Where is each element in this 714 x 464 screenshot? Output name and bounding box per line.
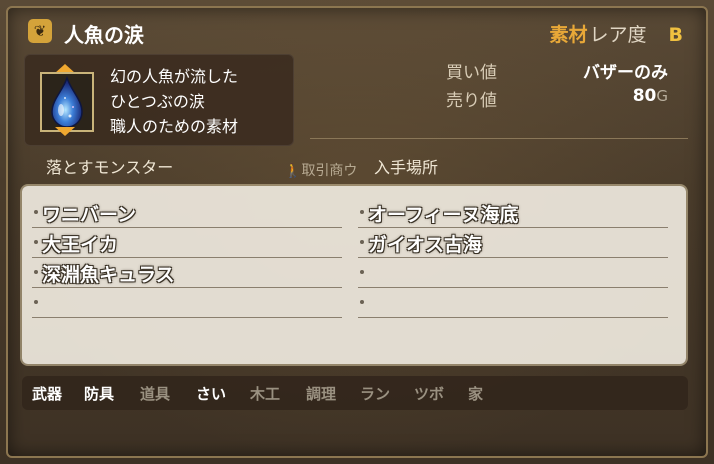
- sell-price-label: 売り値: [446, 91, 497, 111]
- place-name: オーフィーヌ海底: [368, 204, 519, 226]
- sell-price-amount: 80: [632, 86, 657, 106]
- trader-header: 🚶取引商ウ: [284, 163, 358, 179]
- bullet-icon: [34, 210, 38, 214]
- category-sewing[interactable]: さい: [196, 383, 226, 404]
- item-detail-window: ❦ 人魚の涙 素材 レア度 B 幻の人魚が流した ひとつぶの涙 職人のための素材…: [0, 0, 714, 464]
- place-list: オーフィーヌ海底 ガイオス古海: [358, 198, 668, 318]
- category-armor[interactable]: 防具: [84, 383, 114, 404]
- price-info: 買い値 バザーのみ 売り値 80G: [446, 58, 678, 114]
- sell-price-value: 80G: [633, 86, 668, 106]
- place-name: ガイオス古海: [368, 234, 483, 256]
- category-house[interactable]: 家: [468, 383, 483, 404]
- material-category-icon: ❦: [28, 19, 52, 43]
- sources-panel: ワニバーン 大王イカ 深淵魚キュラス オーフィーヌ海底 ガイオス古海: [22, 186, 686, 364]
- category-pot[interactable]: ツボ: [414, 383, 444, 404]
- list-item[interactable]: オーフィーヌ海底: [358, 198, 668, 228]
- buy-price-value: バザーのみ: [583, 63, 668, 83]
- description-line: 幻の人魚が流した: [110, 67, 239, 86]
- bullet-icon: [34, 270, 38, 274]
- item-icon-selector[interactable]: [36, 64, 94, 136]
- acquisition-places-header: 入手場所: [374, 158, 439, 177]
- list-item[interactable]: ガイオス古海: [358, 228, 668, 258]
- buy-price-row: 買い値 バザーのみ: [446, 58, 678, 86]
- description-line: 職人のための素材: [110, 117, 239, 136]
- category-cooking[interactable]: 調理: [306, 383, 336, 404]
- arrow-down-icon[interactable]: [55, 127, 75, 136]
- bullet-icon: [360, 240, 364, 244]
- monster-list: ワニバーン 大王イカ 深淵魚キュラス: [32, 198, 342, 318]
- list-item[interactable]: ワニバーン: [32, 198, 342, 228]
- trader-header-label: 取引商ウ: [301, 163, 358, 179]
- dropping-monsters-header: 落とすモンスター: [46, 158, 174, 177]
- bullet-icon: [34, 240, 38, 244]
- description-line: ひとつぶの涙: [110, 92, 205, 111]
- monster-name: 深淵魚キュラス: [42, 264, 175, 286]
- bullet-icon: [360, 210, 364, 214]
- bullet-icon: [34, 300, 38, 304]
- divider: [310, 138, 688, 139]
- item-description-box: 幻の人魚が流した ひとつぶの涙 職人のための素材: [24, 54, 294, 146]
- category-lamp[interactable]: ラン: [360, 383, 390, 404]
- teardrop-gem-icon: [40, 72, 94, 132]
- monster-name: 大王イカ: [42, 234, 119, 256]
- bullet-icon: [360, 300, 364, 304]
- item-name: 人魚の涙: [64, 23, 144, 47]
- rarity-value: B: [668, 24, 683, 46]
- crafting-category-bar: 武器 防具 道具 さい 木工 調理 ラン ツボ 家: [22, 376, 688, 410]
- rarity-label: レア度: [589, 24, 647, 46]
- item-kind: 素材: [549, 24, 588, 46]
- list-item: [358, 258, 668, 288]
- bullet-icon: [360, 270, 364, 274]
- currency-unit: G: [656, 87, 668, 105]
- monster-name: ワニバーン: [42, 204, 137, 226]
- rarity-indicator: 素材 レア度 B: [549, 20, 683, 47]
- sell-price-row: 売り値 80G: [446, 86, 678, 114]
- category-tool[interactable]: 道具: [140, 383, 170, 404]
- item-description: 幻の人魚が流した ひとつぶの涙 職人のための素材: [110, 64, 238, 139]
- list-item: [358, 288, 668, 318]
- list-item[interactable]: 深淵魚キュラス: [32, 258, 342, 288]
- category-woodwork[interactable]: 木工: [250, 383, 280, 404]
- list-item[interactable]: 大王イカ: [32, 228, 342, 258]
- title-bar: ❦ 人魚の涙 素材 レア度 B: [20, 10, 695, 50]
- category-weapon[interactable]: 武器: [32, 383, 62, 404]
- list-item: [32, 288, 342, 318]
- buy-price-label: 買い値: [446, 63, 497, 83]
